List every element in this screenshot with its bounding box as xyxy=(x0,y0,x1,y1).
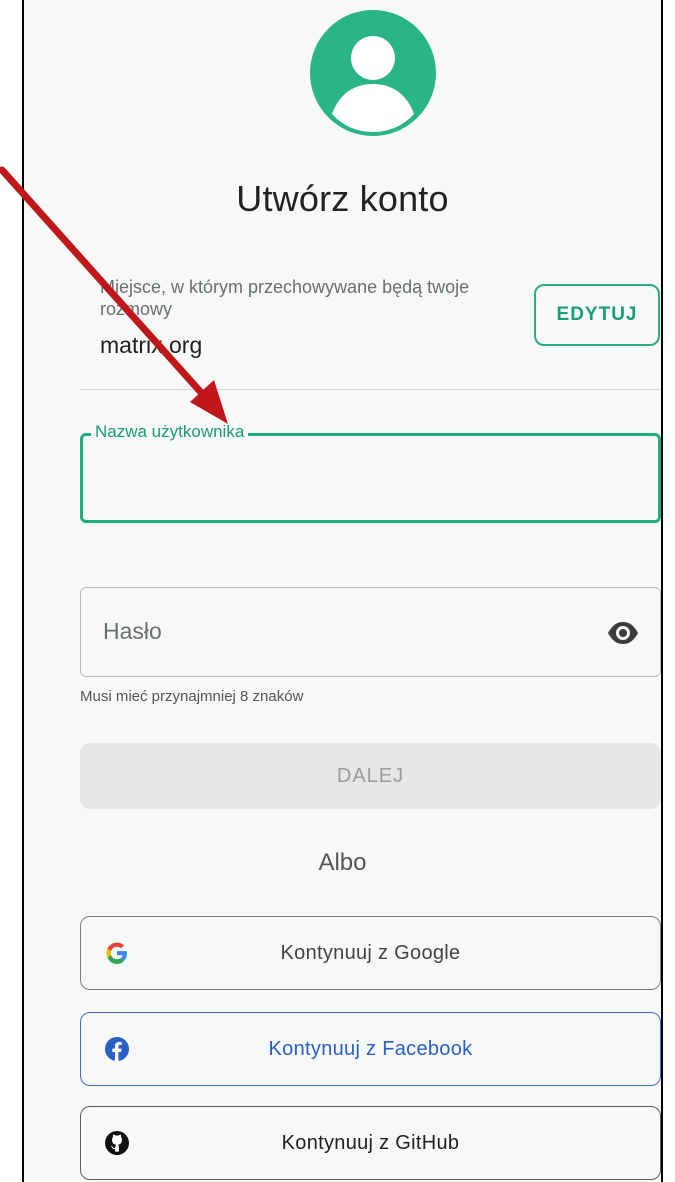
username-label: Nazwa użytkownika xyxy=(91,422,249,442)
server-name: matrix.org xyxy=(100,332,203,358)
facebook-button[interactable]: Kontynuuj z Facebook xyxy=(80,1012,661,1086)
next-button[interactable]: DALEJ xyxy=(80,743,661,809)
google-button[interactable]: Kontynuuj z Google xyxy=(80,916,661,990)
divider xyxy=(80,389,661,390)
github-button[interactable]: Kontynuuj z GitHub xyxy=(80,1106,661,1180)
password-helper-text: Musi mieć przynajmniej 8 znaków xyxy=(80,688,304,705)
eye-icon[interactable] xyxy=(606,616,640,650)
server-description: Miejsce, w którym przechowywane będą two… xyxy=(100,277,470,319)
username-field[interactable]: Nazwa użytkownika xyxy=(80,422,661,523)
github-button-label: Kontynuuj z GitHub xyxy=(281,1131,460,1154)
google-icon xyxy=(106,942,127,964)
google-button-label: Kontynuuj z Google xyxy=(280,941,461,964)
facebook-icon xyxy=(105,1037,129,1061)
github-icon xyxy=(105,1131,129,1155)
or-separator: Albo xyxy=(318,849,367,876)
edit-server-button[interactable]: EDYTUJ xyxy=(534,284,660,346)
password-field[interactable]: Hasło xyxy=(80,587,661,677)
page-title: Utwórz konto xyxy=(236,178,449,219)
password-placeholder: Hasło xyxy=(103,618,162,644)
app-screen: Utwórz konto Miejsce, w którym przechowy… xyxy=(22,0,663,1182)
avatar-icon xyxy=(310,10,436,136)
facebook-button-label: Kontynuuj z Facebook xyxy=(268,1037,473,1060)
